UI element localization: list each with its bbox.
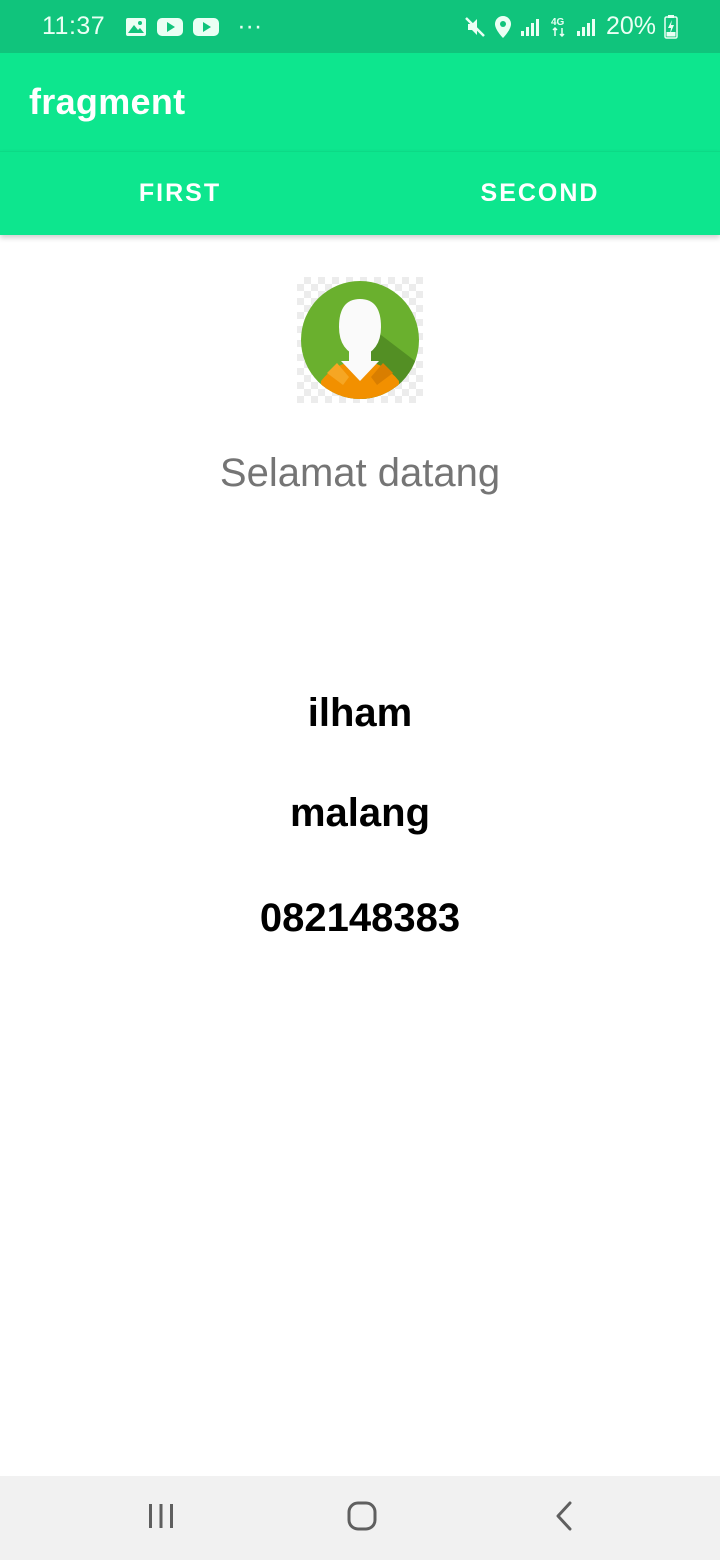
back-button[interactable] bbox=[504, 1476, 624, 1560]
back-icon bbox=[552, 1500, 576, 1537]
youtube-icon bbox=[193, 17, 220, 37]
more-dots-icon: ··· bbox=[237, 12, 263, 40]
app-bar: fragment bbox=[0, 53, 720, 151]
signal-icon bbox=[520, 17, 542, 37]
user-name: ilham bbox=[307, 691, 413, 735]
youtube-icon bbox=[157, 17, 184, 37]
tab-first-label: FIRST bbox=[138, 179, 222, 207]
home-button[interactable] bbox=[302, 1476, 422, 1560]
user-avatar-icon bbox=[297, 277, 423, 403]
status-left: 11:37 ··· bbox=[42, 12, 262, 41]
app-title: fragment bbox=[29, 81, 186, 122]
main-content: Selamat datang ilham malang 082148383 bbox=[0, 235, 720, 1476]
svg-text:4G: 4G bbox=[551, 17, 565, 28]
tab-bar: FIRST SECOND bbox=[0, 151, 720, 235]
signal-icon bbox=[576, 17, 598, 37]
recent-apps-icon bbox=[146, 1502, 176, 1535]
navigation-bar bbox=[0, 1476, 720, 1560]
user-phone: 082148383 bbox=[259, 896, 461, 940]
mute-icon bbox=[464, 16, 486, 38]
status-time: 11:37 bbox=[42, 12, 106, 40]
home-icon bbox=[346, 1500, 378, 1537]
tab-second[interactable]: SECOND bbox=[360, 152, 720, 235]
battery-charging-icon bbox=[664, 14, 678, 39]
status-bar: 11:37 ··· 4G 20% bbox=[0, 0, 720, 53]
tab-first[interactable]: FIRST bbox=[0, 152, 360, 235]
user-city: malang bbox=[289, 791, 431, 835]
status-right: 4G 20% bbox=[464, 12, 678, 41]
tab-second-label: SECOND bbox=[480, 179, 600, 207]
location-icon bbox=[494, 15, 512, 39]
image-icon bbox=[125, 17, 147, 37]
4g-icon: 4G bbox=[550, 15, 568, 39]
recent-apps-button[interactable] bbox=[101, 1476, 221, 1560]
battery-percent: 20% bbox=[605, 12, 656, 40]
welcome-text: Selamat datang bbox=[219, 451, 501, 495]
